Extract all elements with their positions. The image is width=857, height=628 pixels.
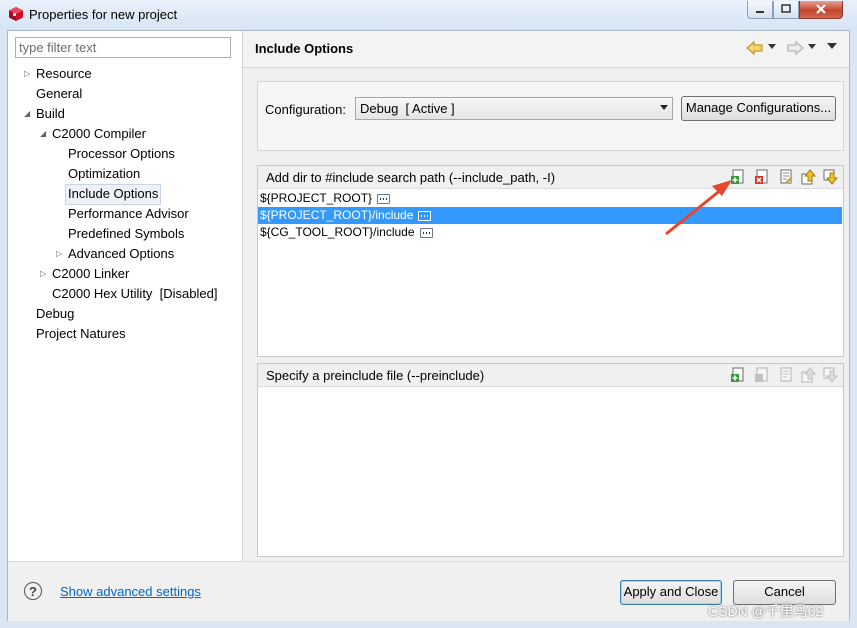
annotation-arrow-icon xyxy=(665,180,732,236)
watermark: CSDN @千里马02 xyxy=(708,603,824,619)
